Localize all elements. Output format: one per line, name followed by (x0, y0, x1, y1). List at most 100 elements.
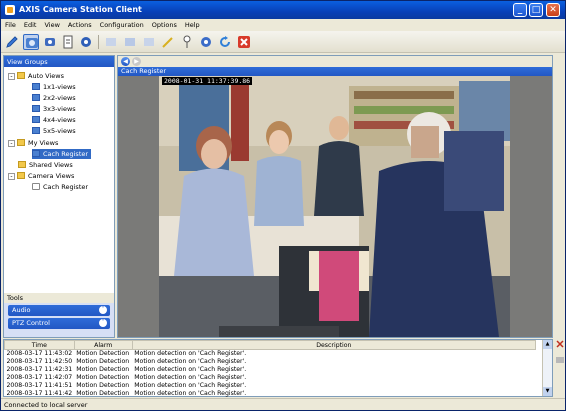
chevron-down-icon: ˅ (99, 306, 107, 314)
alarm-type: Motion Detection (76, 390, 130, 397)
view-icon (32, 127, 40, 134)
menu-file[interactable]: File (1, 19, 20, 29)
column-header-description[interactable]: Description (131, 340, 537, 350)
table-row[interactable]: 2008-03-17 11:43:02 Motion Detection Mot… (5, 350, 536, 358)
menu-view[interactable]: View (40, 19, 63, 29)
tree-item-5x5[interactable]: 5x5-views (32, 126, 76, 136)
alarm-time: 2008-03-17 11:41:42 (6, 390, 73, 397)
table-row[interactable]: 2008-03-17 11:42:07 Motion Detection Mot… (5, 374, 536, 382)
menu-bar: File Edit View Actions Configuration Options H… (1, 19, 565, 31)
scroll-up-icon[interactable]: ▲ (543, 340, 552, 349)
alarm-description: Motion detection on 'Cach Register'. (134, 358, 247, 365)
menu-options[interactable]: Options (148, 19, 181, 29)
live-view-icon[interactable] (23, 34, 39, 50)
tree-item-camera-cach-register[interactable]: Cach Register (32, 182, 88, 192)
back-button[interactable]: ◀ (121, 57, 130, 66)
app-logo-icon (5, 5, 15, 15)
title-bar[interactable]: AXIS Camera Station Client _ □ ✕ (1, 1, 565, 19)
settings-gear-icon[interactable] (78, 34, 94, 50)
view-icon (32, 116, 40, 123)
alarm-type: Motion Detection (76, 358, 130, 365)
tree-item-shared-views[interactable]: Shared Views (18, 160, 73, 170)
clear-alarms-icon[interactable] (555, 355, 565, 365)
tree-item-4x4[interactable]: 4x4-views (32, 115, 76, 125)
tree-item-camera-views[interactable]: - Camera Views (8, 171, 74, 181)
view-tree: - Auto Views 1x1-views 2x2-views 3x3-view… (4, 67, 114, 293)
window-title: AXIS Camera Station Client (19, 5, 142, 14)
alarm-type: Motion Detection (76, 382, 130, 389)
menu-help[interactable]: Help (181, 19, 204, 29)
folder-icon (17, 139, 25, 146)
table-row[interactable]: 2008-03-17 11:42:31 Motion Detection Mot… (5, 366, 536, 374)
alarm-type: Motion Detection (76, 366, 130, 373)
camera-config-icon[interactable] (42, 34, 58, 50)
folder-icon (17, 172, 25, 179)
close-alarm-icon[interactable] (555, 339, 565, 349)
view-icon (32, 105, 40, 112)
menu-actions[interactable]: Actions (64, 19, 96, 29)
tree-item-auto-views[interactable]: - Auto Views (8, 71, 64, 81)
chevron-down-icon: ˅ (99, 319, 107, 327)
camera-icon (32, 183, 40, 190)
view-icon (32, 94, 40, 101)
live-view-area: ◀ ▶ Cach Register 2008-01-31 11:37:39.86 (117, 55, 553, 338)
audio-tool-button[interactable]: Audio ˅ (8, 305, 110, 316)
alarm-list-scrollbar[interactable]: ▲ ▼ (542, 340, 552, 396)
forward-button[interactable]: ▶ (132, 57, 141, 66)
collapse-icon[interactable]: - (8, 73, 15, 80)
collapse-icon[interactable]: - (8, 173, 15, 180)
folder-icon (17, 72, 25, 79)
tree-item-2x2[interactable]: 2x2-views (32, 93, 76, 103)
collapse-icon[interactable]: - (8, 140, 15, 147)
tree-item-my-cach-register[interactable]: Cach Register (32, 149, 92, 159)
video-timestamp: 2008-01-31 11:37:39.86 (162, 77, 253, 85)
maximize-button[interactable]: □ (529, 3, 543, 17)
alarm-description: Motion detection on 'Cach Register'. (134, 390, 247, 397)
alarm-time: 2008-03-17 11:42:31 (6, 366, 73, 373)
alarm-description: Motion detection on 'Cach Register'. (134, 374, 247, 381)
alarm-description: Motion detection on 'Cach Register'. (134, 382, 247, 389)
alarm-actions (555, 339, 565, 379)
network-icon[interactable] (198, 34, 214, 50)
add-icon[interactable] (103, 34, 119, 50)
delete-icon[interactable] (236, 34, 252, 50)
table-row[interactable]: 2008-03-17 11:41:51 Motion Detection Mot… (5, 382, 536, 390)
alarm-type: Motion Detection (76, 350, 130, 358)
menu-edit[interactable]: Edit (20, 19, 41, 29)
column-header-time[interactable]: Time (4, 340, 75, 350)
tree-item-3x3[interactable]: 3x3-views (32, 104, 76, 114)
minimize-button[interactable]: _ (513, 3, 527, 17)
camera-video-feed[interactable]: 2008-01-31 11:37:39.86 (159, 76, 510, 337)
tree-item-1x1[interactable]: 1x1-views (32, 82, 76, 92)
view-icon (32, 150, 40, 157)
table-row[interactable]: 2008-03-17 11:42:50 Motion Detection Mot… (5, 358, 536, 366)
column-header-alarm[interactable]: Alarm (73, 340, 133, 350)
view-groups-header: View Groups (4, 56, 114, 67)
camera-title: Cach Register (118, 67, 552, 76)
minimize-icon: _ (517, 5, 523, 15)
recordings-icon[interactable] (60, 34, 76, 50)
close-icon: ✕ (549, 5, 557, 15)
pencil-icon[interactable] (4, 34, 20, 50)
alarm-list-panel: Time Alarm Description 2008-03-17 11:43:… (3, 339, 553, 397)
view-icon (32, 83, 40, 90)
view-groups-panel: View Groups - Auto Views 1x1-views 2x2-vi… (3, 55, 115, 338)
refresh-icon[interactable] (217, 34, 233, 50)
tools-panel: Tools Audio ˅ PTZ Control ˅ (4, 293, 114, 337)
edit-icon[interactable] (122, 34, 138, 50)
table-row[interactable]: 2008-03-17 11:41:42 Motion Detection Mot… (5, 390, 536, 398)
alarm-time: 2008-03-17 11:42:07 (6, 374, 73, 381)
app-window: AXIS Camera Station Client _ □ ✕ File Edi… (0, 0, 566, 411)
maximize-icon: □ (531, 5, 541, 15)
alarm-time: 2008-03-17 11:42:50 (6, 358, 73, 365)
copy-icon[interactable] (141, 34, 157, 50)
tree-item-my-views[interactable]: - My Views (8, 138, 58, 148)
wand-icon[interactable] (160, 34, 176, 50)
close-button[interactable]: ✕ (546, 3, 560, 17)
ptz-icon[interactable] (179, 34, 195, 50)
scroll-down-icon[interactable]: ▼ (543, 387, 552, 396)
menu-configuration[interactable]: Configuration (96, 19, 148, 29)
alarm-description: Motion detection on 'Cach Register'. (134, 350, 247, 358)
forward-arrow-icon: ▶ (134, 58, 139, 65)
ptz-control-tool-button[interactable]: PTZ Control ˅ (8, 318, 110, 329)
